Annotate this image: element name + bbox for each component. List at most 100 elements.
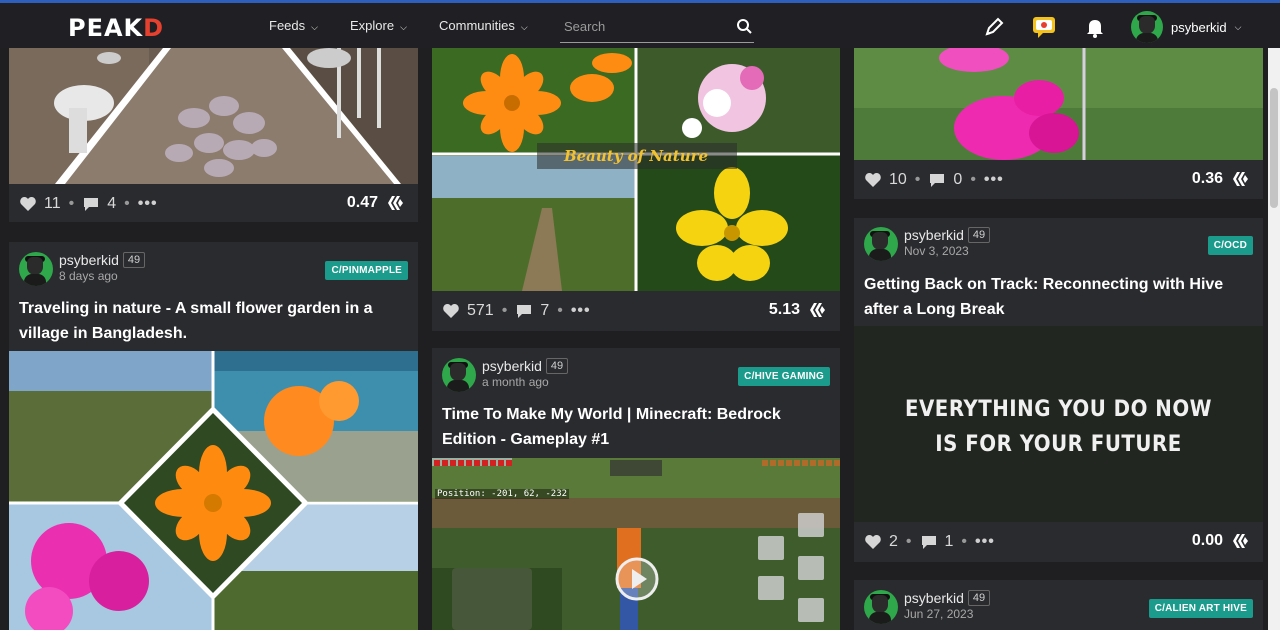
heart-icon[interactable]	[442, 302, 460, 320]
author-name[interactable]: psyberkid	[904, 227, 964, 243]
community-badge[interactable]: C/HIVE GAMING	[738, 367, 830, 386]
payout-value: 0.47	[346, 194, 378, 211]
comment-count: 1	[944, 533, 954, 550]
post-card[interactable]: psyberkid 49 Jun 27, 2023 C/ALIEN ART HIV…	[854, 580, 1263, 630]
nav-explore[interactable]: Explore ⌵	[350, 18, 407, 33]
post-card[interactable]: psyberkid 49 Nov 3, 2023 C/OCD Getting Ba…	[854, 218, 1263, 562]
page-scrollbar[interactable]	[1268, 48, 1280, 630]
hive-icon	[810, 303, 825, 317]
user-menu[interactable]: psyberkid ⌵	[1131, 11, 1241, 43]
chevron-down-icon: ⌵	[311, 22, 318, 32]
author-name[interactable]: psyberkid	[482, 358, 542, 374]
community-badge[interactable]: C/OCD	[1207, 236, 1253, 255]
reputation-badge: 49	[967, 227, 991, 243]
post-thumbnail[interactable]: Beauty of Nature	[432, 48, 840, 291]
community-badge[interactable]: C/PINMAPPLE	[325, 261, 408, 280]
reputation-badge: 49	[122, 252, 146, 268]
hive-icon	[1233, 172, 1248, 186]
post-time: Jun 27, 2023	[904, 607, 974, 621]
post-thumbnail[interactable]	[9, 48, 418, 184]
post-actions: 2 • 1 • •••	[864, 522, 995, 562]
hive-icon	[388, 196, 403, 210]
post-time: 8 days ago	[59, 269, 118, 283]
more-options-icon[interactable]: •••	[571, 302, 591, 320]
post-thumbnail[interactable]	[9, 351, 418, 630]
avatar	[19, 252, 53, 286]
post-title[interactable]: Time To Make My World | Minecraft: Bedro…	[442, 402, 837, 452]
vote-count: 10	[889, 171, 907, 188]
comment-icon[interactable]	[920, 533, 938, 551]
avatar	[864, 227, 898, 261]
post-actions: 571 • 7 • •••	[442, 291, 591, 331]
community-badge[interactable]: C/ALIEN ART HIVE	[1148, 599, 1253, 618]
post-time: a month ago	[482, 375, 549, 389]
post-author[interactable]: psyberkid 49 a month ago	[442, 358, 569, 392]
game-position-readout: Position: -201, 62, -232	[435, 489, 570, 499]
post-author[interactable]: psyberkid 49 Jun 27, 2023	[864, 590, 991, 624]
image-text-line: EVERYTHING YOU DO NOW	[904, 397, 1213, 422]
heart-icon[interactable]	[864, 171, 882, 189]
video-thumbnail[interactable]: Position: -201, 62, -232	[432, 458, 840, 630]
chevron-down-icon: ⌵	[520, 22, 528, 32]
more-options-icon[interactable]: •••	[138, 195, 158, 213]
chevron-down-icon: ⌵	[1234, 21, 1242, 32]
chat-icon[interactable]	[1031, 14, 1057, 40]
post-title[interactable]: Getting Back on Track: Reconnecting with…	[864, 272, 1259, 322]
reputation-badge: 49	[967, 590, 991, 606]
image-overlay-text: Beauty of Nature	[563, 147, 709, 165]
payout[interactable]: 0.47	[347, 194, 404, 212]
post-thumbnail[interactable]	[854, 48, 1263, 160]
hive-icon	[1233, 534, 1248, 548]
nav-communities[interactable]: Communities ⌵	[439, 18, 528, 33]
comment-icon[interactable]	[928, 171, 946, 189]
avatar	[864, 590, 898, 624]
chevron-down-icon: ⌵	[400, 22, 407, 32]
post-thumbnail[interactable]: EVERYTHING YOU DO NOW IS FOR YOUR FUTURE	[854, 326, 1263, 522]
nav-feeds[interactable]: Feeds ⌵	[269, 18, 318, 33]
payout[interactable]: 0.00	[1192, 532, 1249, 550]
search-input[interactable]	[564, 19, 724, 34]
payout[interactable]: 5.13	[769, 301, 826, 319]
post-title[interactable]: Traveling in nature - A small flower gar…	[19, 296, 414, 346]
pencil-icon[interactable]	[982, 15, 1006, 39]
bell-icon[interactable]	[1083, 15, 1107, 39]
post-card[interactable]: 11 • 4 • ••• 0.47	[9, 48, 418, 222]
payout-value: 0.00	[1191, 532, 1223, 549]
heart-icon[interactable]	[19, 195, 37, 213]
heart-icon[interactable]	[864, 533, 882, 551]
vote-count: 11	[44, 195, 61, 212]
comment-count: 7	[540, 302, 550, 319]
peakd-logo[interactable]: PEAKD	[68, 14, 164, 42]
post-actions: 11 • 4 • •••	[19, 184, 158, 224]
avatar	[442, 358, 476, 392]
comment-count: 4	[107, 195, 117, 212]
post-actions: 10 • 0 • •••	[864, 160, 1004, 200]
post-card[interactable]: psyberkid 49 8 days ago C/PINMAPPLE Trave…	[9, 242, 418, 630]
payout-value: 0.36	[1191, 170, 1223, 187]
top-navbar: PEAKD Feeds⌵ Explore⌵ Communities⌵ psybe…	[0, 3, 1280, 48]
author-name[interactable]: psyberkid	[904, 590, 964, 606]
comment-icon[interactable]	[82, 195, 100, 213]
reputation-badge: 49	[545, 358, 569, 374]
post-author[interactable]: psyberkid 49 8 days ago	[19, 252, 146, 286]
more-options-icon[interactable]: •••	[984, 171, 1004, 189]
image-text-line: IS FOR YOUR FUTURE	[935, 432, 1182, 457]
avatar	[1131, 11, 1163, 43]
vote-count: 2	[889, 533, 898, 550]
post-card[interactable]: psyberkid 49 a month ago C/HIVE GAMING Ti…	[432, 348, 840, 630]
vote-count: 571	[467, 302, 494, 319]
comment-count: 0	[953, 171, 963, 188]
payout-value: 5.13	[768, 301, 800, 318]
post-card[interactable]: 10 • 0 • ••• 0.36	[854, 48, 1263, 199]
post-card[interactable]: Beauty of Nature 571 • 7 • ••• 5.13	[432, 48, 840, 331]
post-time: Nov 3, 2023	[904, 244, 969, 258]
play-icon[interactable]	[614, 556, 660, 602]
username: psyberkid	[1171, 19, 1227, 35]
payout[interactable]: 0.36	[1192, 170, 1249, 188]
author-name[interactable]: psyberkid	[59, 252, 119, 268]
scrollbar-thumb[interactable]	[1270, 88, 1278, 208]
search-icon[interactable]	[736, 18, 752, 34]
more-options-icon[interactable]: •••	[975, 533, 995, 551]
comment-icon[interactable]	[515, 302, 533, 320]
post-author[interactable]: psyberkid 49 Nov 3, 2023	[864, 227, 991, 261]
